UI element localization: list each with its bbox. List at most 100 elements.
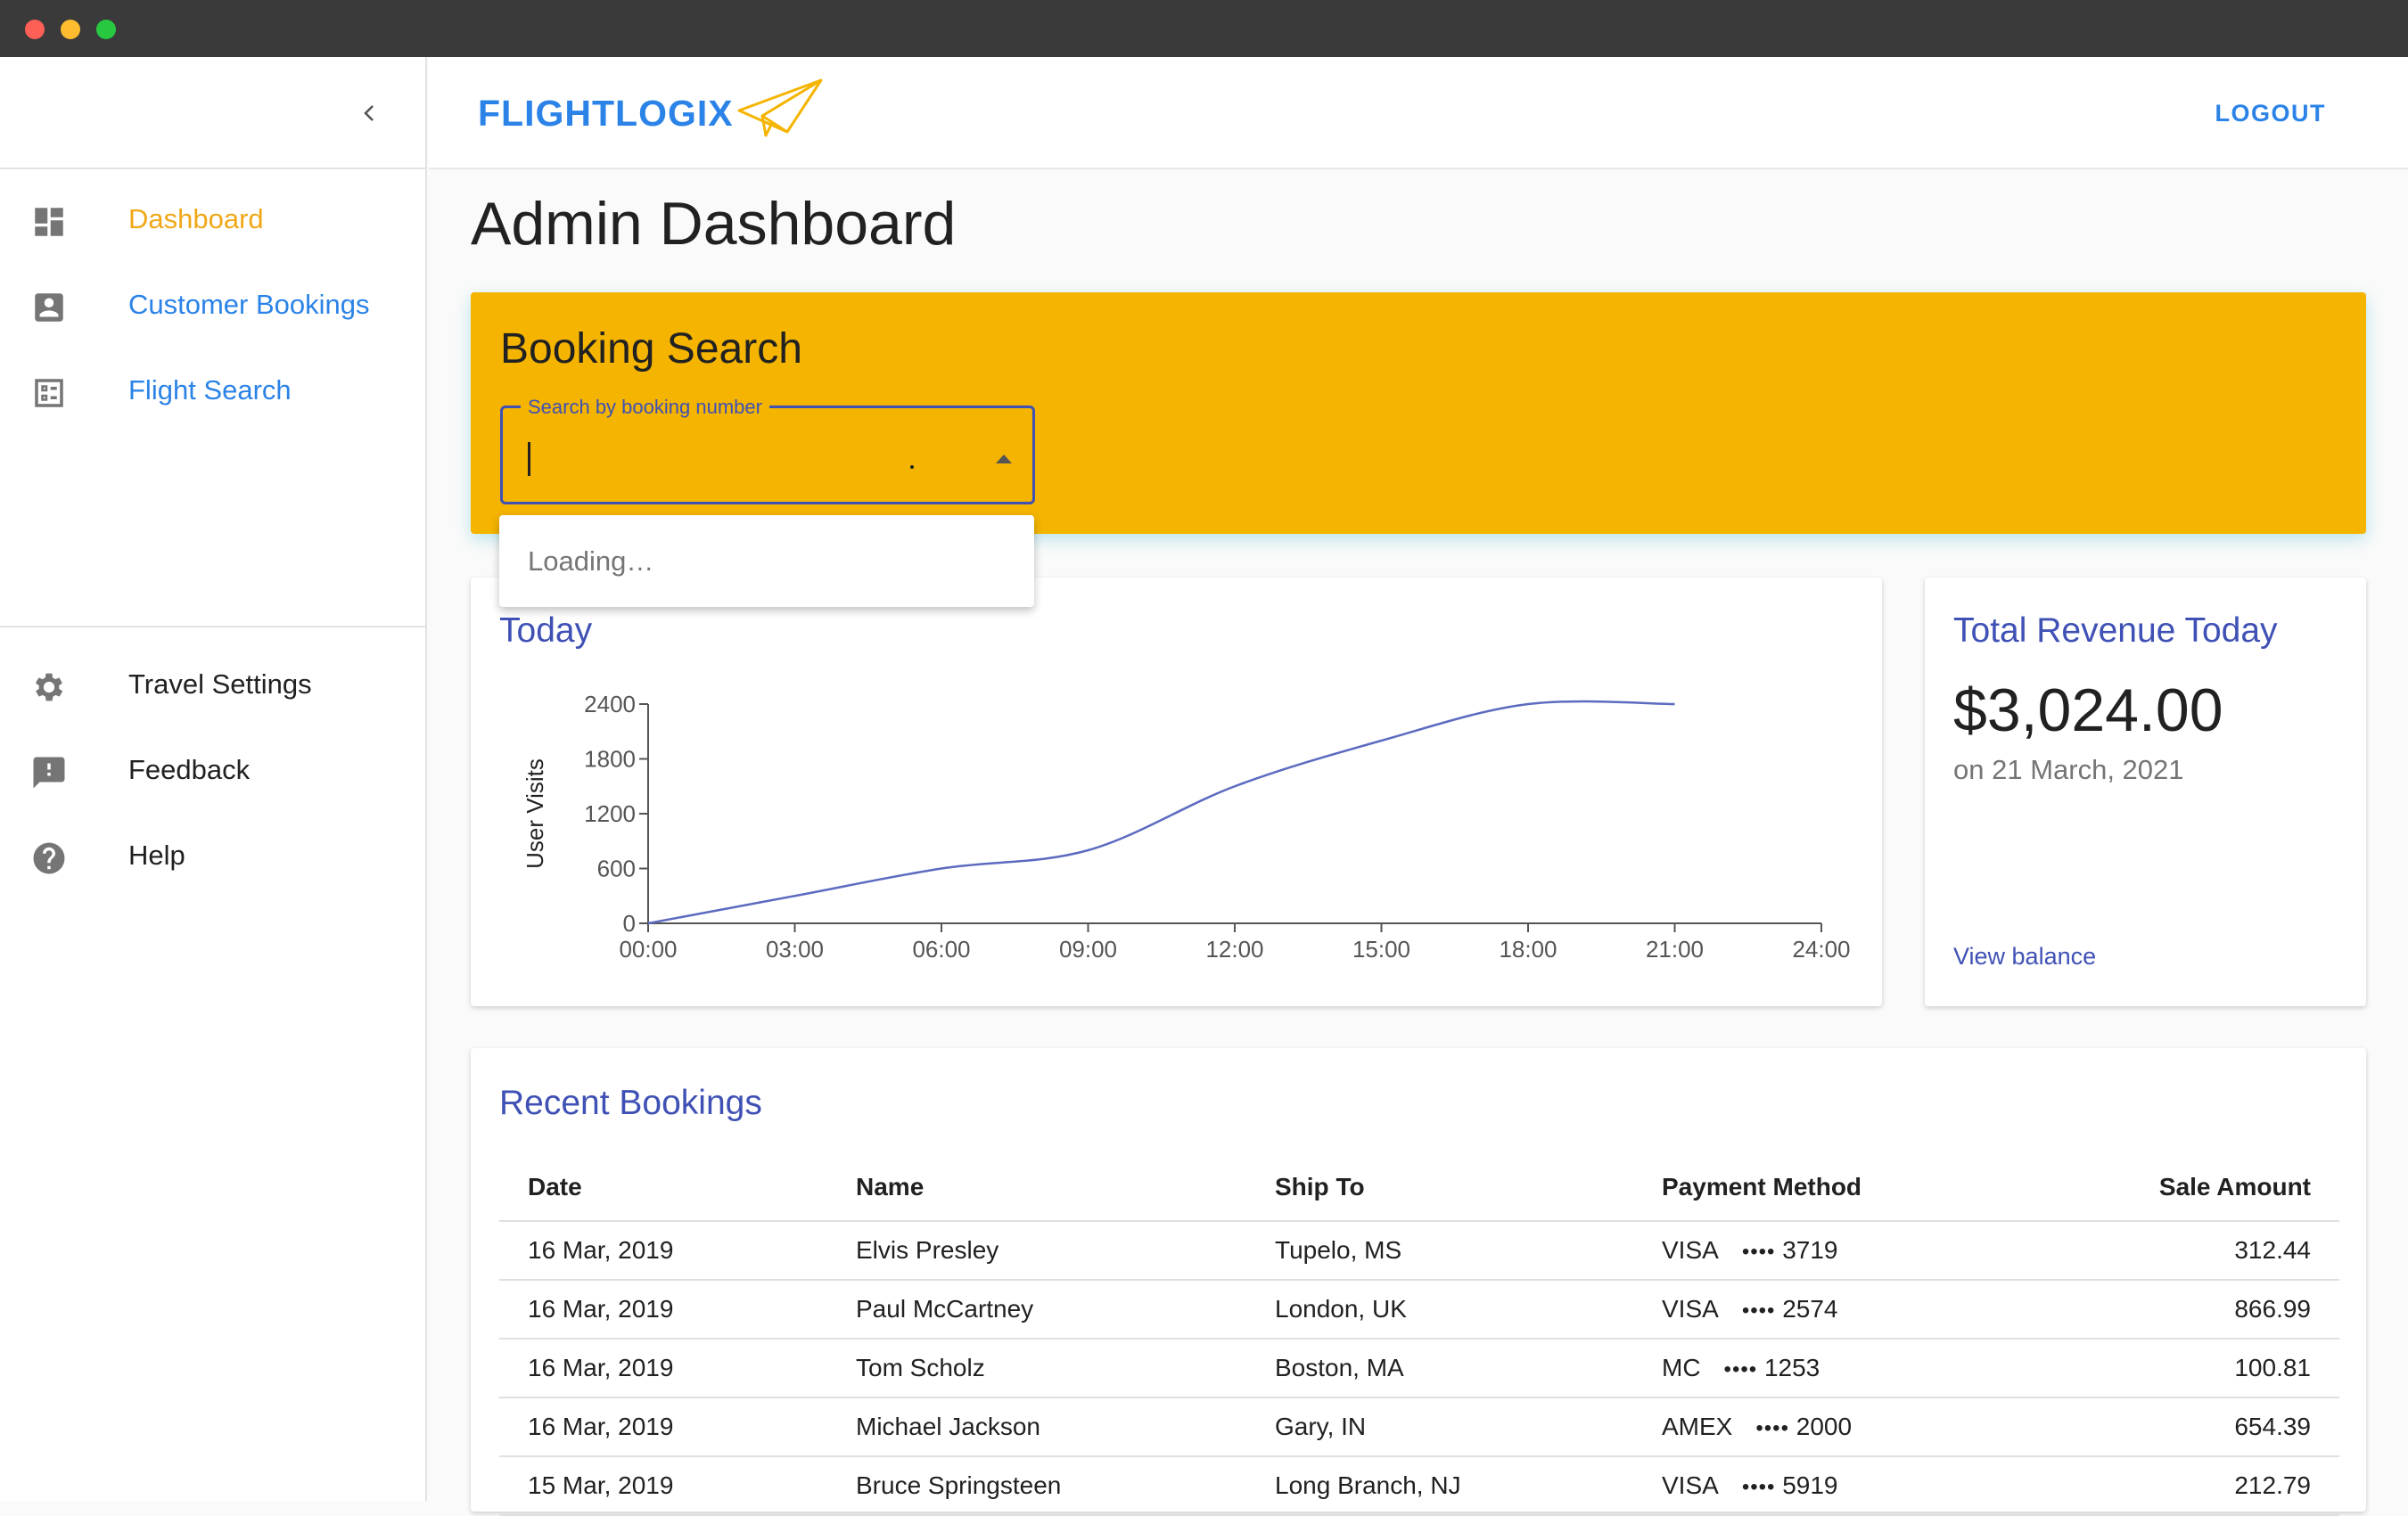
cell-name: Paul McCartney bbox=[827, 1280, 1246, 1340]
help-icon bbox=[33, 842, 65, 874]
sidebar-item-travel-settings[interactable]: Travel Settings bbox=[0, 642, 425, 727]
column-header-name: Name bbox=[827, 1153, 1246, 1222]
paper-plane-logo-icon bbox=[737, 78, 823, 137]
masked-dots: •••• bbox=[1741, 1475, 1776, 1499]
card-last4: 2000 bbox=[1796, 1413, 1853, 1440]
cell-name: Michael Jackson bbox=[827, 1397, 1246, 1457]
cell-payment-method: VISA •••• 5919 bbox=[1633, 1456, 2052, 1516]
cell-payment-method: VISA •••• 3719 bbox=[1633, 1221, 2052, 1281]
cell-ship-to: Gary, IN bbox=[1246, 1397, 1633, 1457]
cell-ship-to: Tupelo, MS bbox=[1246, 1221, 1633, 1281]
x-tick-label: 12:00 bbox=[1205, 936, 1263, 963]
card-last4: 1253 bbox=[1763, 1354, 1820, 1381]
sidebar-item-label: Travel Settings bbox=[128, 668, 312, 700]
column-header-payment-method: Payment Method bbox=[1633, 1153, 2052, 1222]
revenue-title: Total Revenue Today bbox=[1953, 611, 2278, 650]
y-tick-label: 2400 bbox=[584, 691, 636, 717]
visits-line-chart: 0 600 1200 1800 2400 00:00 03:00 06:00 09:00 12:0… bbox=[522, 691, 1851, 963]
booking-search-panel: Booking Search Search by booking number bbox=[471, 292, 2366, 534]
sidebar: Dashboard Customer Bookings Flight Searc… bbox=[0, 57, 427, 1501]
cell-payment-method: MC •••• 1253 bbox=[1633, 1339, 2052, 1398]
cell-sale-amount: 654.39 bbox=[2052, 1397, 2339, 1457]
sidebar-header bbox=[0, 57, 425, 169]
list-alt-icon bbox=[35, 379, 63, 407]
bookings-table: Date Name Ship To Payment Method Sale Am… bbox=[499, 1153, 2339, 1516]
sidebar-item-feedback[interactable]: Feedback bbox=[0, 727, 425, 813]
recent-bookings-card: Recent Bookings Date Name Ship To Paymen… bbox=[471, 1048, 2366, 1516]
card-type: VISA bbox=[1662, 1236, 1719, 1264]
x-tick-label: 00:00 bbox=[619, 936, 677, 963]
search-field-label: Search by booking number bbox=[521, 396, 769, 419]
cell-payment-method: VISA •••• 2574 bbox=[1633, 1280, 2052, 1340]
app-bar: FLIGHTLOGIX LOGOUT bbox=[429, 57, 2408, 169]
cell-date: 15 Mar, 2019 bbox=[499, 1456, 827, 1516]
booking-search-input[interactable]: Search by booking number bbox=[500, 396, 1035, 504]
cell-payment-method: AMEX •••• 2000 bbox=[1633, 1397, 2052, 1457]
sidebar-item-flight-search[interactable]: Flight Search bbox=[0, 348, 425, 433]
masked-dots: •••• bbox=[1755, 1416, 1789, 1440]
recent-bookings-title: Recent Bookings bbox=[499, 1084, 762, 1122]
column-header-date: Date bbox=[499, 1153, 827, 1222]
y-tick-label: 0 bbox=[623, 910, 636, 937]
close-window-button[interactable] bbox=[25, 20, 45, 39]
sidebar-item-dashboard[interactable]: Dashboard bbox=[0, 176, 425, 262]
gear-icon bbox=[35, 673, 63, 701]
cell-name: Elvis Presley bbox=[827, 1221, 1246, 1281]
collapse-sidebar-button[interactable] bbox=[349, 93, 390, 134]
sidebar-item-label: Flight Search bbox=[128, 374, 292, 406]
cell-name: Bruce Springsteen bbox=[827, 1456, 1246, 1516]
sidebar-nav-secondary: Travel Settings Feedback Help bbox=[0, 627, 425, 898]
table-row[interactable]: 15 Mar, 2019 Bruce Springsteen Long Bran… bbox=[499, 1456, 2339, 1516]
revenue-card: Total Revenue Today $3,024.00 on 21 Marc… bbox=[1925, 578, 2366, 1006]
loading-indicator bbox=[910, 465, 914, 469]
card-last4: 5919 bbox=[1782, 1471, 1838, 1499]
dashboard-icon bbox=[35, 208, 63, 236]
table-row[interactable]: 16 Mar, 2019 Tom Scholz Boston, MA MC •••… bbox=[499, 1339, 2339, 1398]
cell-date: 16 Mar, 2019 bbox=[499, 1221, 827, 1281]
booking-search-heading: Booking Search bbox=[500, 325, 802, 373]
x-tick-label: 03:00 bbox=[766, 936, 824, 963]
view-balance-link[interactable]: View balance bbox=[1953, 943, 2096, 971]
x-tick-label: 15:00 bbox=[1352, 936, 1410, 963]
card-type: AMEX bbox=[1662, 1413, 1733, 1440]
caret-up-icon[interactable] bbox=[996, 455, 1012, 463]
sidebar-item-customer-bookings[interactable]: Customer Bookings bbox=[0, 262, 425, 348]
card-last4: 2574 bbox=[1782, 1295, 1838, 1323]
text-cursor bbox=[528, 442, 530, 476]
cell-sale-amount: 100.81 bbox=[2052, 1339, 2339, 1398]
search-dropdown: Loading… bbox=[499, 515, 1034, 607]
logo-text: FLIGHTLOGIX bbox=[478, 93, 734, 134]
window-titlebar bbox=[0, 0, 2408, 57]
card-type: VISA bbox=[1662, 1295, 1719, 1323]
y-tick-label: 1200 bbox=[584, 800, 636, 827]
account-box-icon bbox=[35, 293, 63, 322]
cell-date: 16 Mar, 2019 bbox=[499, 1280, 827, 1340]
table-row[interactable]: 16 Mar, 2019 Elvis Presley Tupelo, MS VI… bbox=[499, 1221, 2339, 1281]
minimize-window-button[interactable] bbox=[61, 20, 80, 39]
cell-ship-to: Long Branch, NJ bbox=[1246, 1456, 1633, 1516]
sidebar-nav-primary: Dashboard Customer Bookings Flight Searc… bbox=[0, 169, 425, 627]
sidebar-item-label: Customer Bookings bbox=[128, 289, 370, 320]
maximize-window-button[interactable] bbox=[96, 20, 116, 39]
y-tick-label: 600 bbox=[597, 856, 636, 882]
card-type: MC bbox=[1662, 1354, 1701, 1381]
feedback-icon bbox=[33, 757, 65, 789]
logout-button[interactable]: LOGOUT bbox=[2215, 100, 2327, 127]
masked-dots: •••• bbox=[1741, 1299, 1776, 1323]
cell-date: 16 Mar, 2019 bbox=[499, 1339, 827, 1398]
sidebar-item-help[interactable]: Help bbox=[0, 813, 425, 898]
dropdown-loading-text: Loading… bbox=[528, 545, 654, 577]
cell-sale-amount: 312.44 bbox=[2052, 1221, 2339, 1281]
sidebar-item-label: Dashboard bbox=[128, 203, 264, 234]
cell-ship-to: London, UK bbox=[1246, 1280, 1633, 1340]
table-row[interactable]: 16 Mar, 2019 Paul McCartney London, UK V… bbox=[499, 1280, 2339, 1340]
table-row[interactable]: 16 Mar, 2019 Michael Jackson Gary, IN AM… bbox=[499, 1397, 2339, 1457]
masked-dots: •••• bbox=[1723, 1357, 1758, 1381]
cell-sale-amount: 212.79 bbox=[2052, 1456, 2339, 1516]
visits-chart-card: Today 0 600 1200 1800 2400 00:00 03:00 06:00 09:… bbox=[471, 578, 1882, 1006]
sidebar-item-label: Feedback bbox=[128, 754, 251, 785]
cell-name: Tom Scholz bbox=[827, 1339, 1246, 1398]
y-axis-label: User Visits bbox=[522, 758, 548, 869]
chevron-left-icon bbox=[364, 105, 374, 121]
card-type: VISA bbox=[1662, 1471, 1719, 1499]
